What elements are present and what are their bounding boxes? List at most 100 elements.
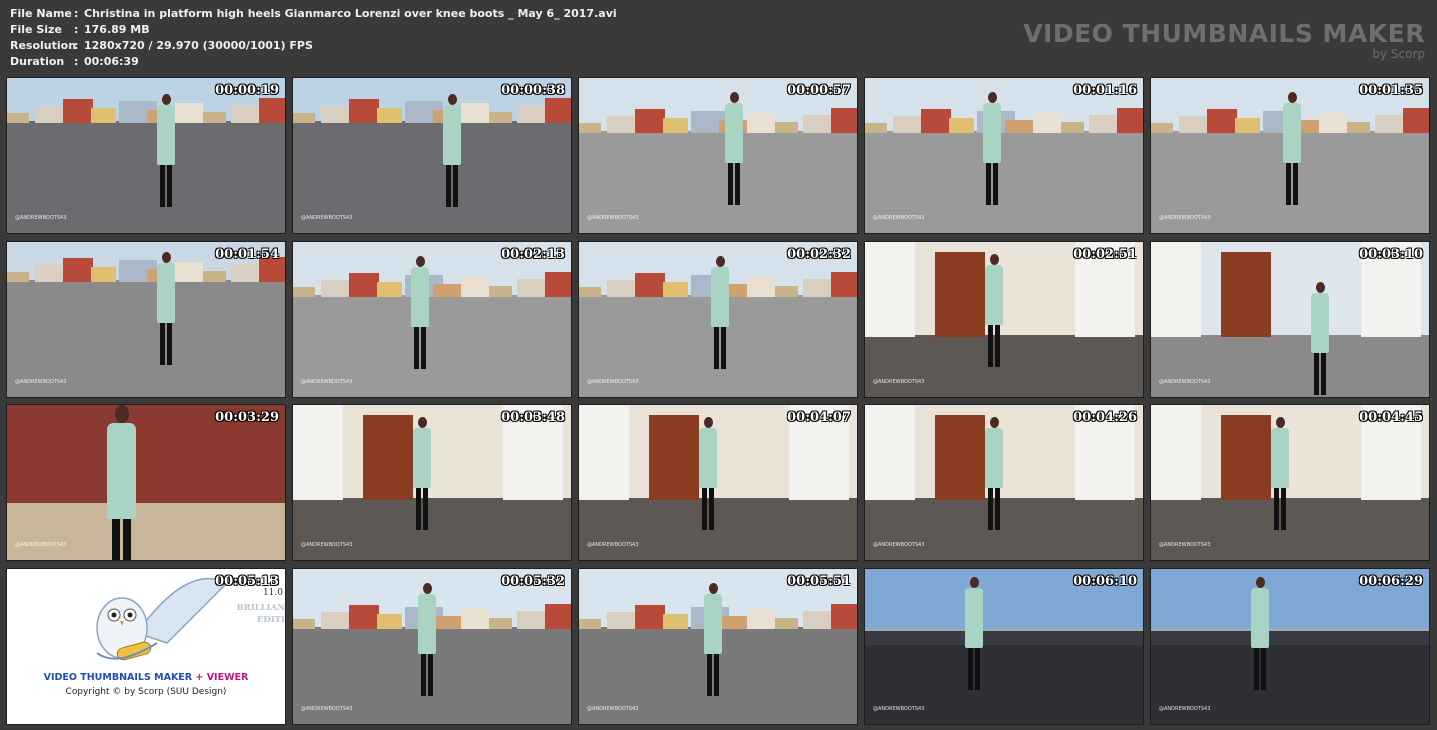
wall-pillar (865, 405, 915, 500)
separator: : (74, 23, 79, 36)
door (1221, 252, 1271, 337)
building (377, 282, 402, 297)
building (949, 118, 974, 133)
timestamp: 00:06:10 (1073, 574, 1137, 589)
person-figure (107, 405, 136, 560)
building (349, 99, 379, 123)
video-thumbnail: @ANDREWBOOTS43 00:04:45 (1150, 404, 1430, 561)
watermark-text: @ANDREWBOOTS43 (301, 706, 353, 712)
building (775, 618, 798, 629)
building (663, 614, 688, 629)
building (91, 267, 116, 282)
resolution-row: Resolution : 1280x720 / 29.970 (30000/10… (10, 38, 617, 54)
watermark-text: @ANDREWBOOTS43 (301, 542, 353, 548)
duration-label: Duration (10, 55, 65, 68)
edition-line: EDITI (256, 615, 285, 625)
building (1117, 108, 1143, 133)
building (545, 98, 571, 123)
building (63, 258, 93, 282)
door (649, 415, 699, 500)
person-figure (1271, 417, 1289, 557)
building (203, 112, 226, 123)
timestamp: 00:04:45 (1359, 410, 1423, 425)
timestamp: 00:04:07 (787, 410, 851, 425)
logo-brand-viewer: VIEWER (206, 672, 249, 683)
building (349, 273, 379, 297)
building (579, 287, 601, 297)
building (377, 614, 402, 629)
separator: : (74, 7, 79, 20)
building (489, 286, 512, 297)
watermark-text: @ANDREWBOOTS43 (873, 379, 925, 385)
building (1207, 109, 1237, 133)
separator: : (74, 39, 79, 52)
file-name-row: File Name : Christina in platform high h… (10, 6, 617, 22)
building (1061, 122, 1084, 133)
person-figure (985, 417, 1003, 557)
watermark-text: @ANDREWBOOTS43 (301, 379, 353, 385)
file-name-value: Christina in platform high heels Gianmar… (84, 7, 617, 20)
building (7, 113, 29, 123)
timestamp: 00:05:51 (787, 574, 851, 589)
person-figure (413, 417, 431, 557)
timestamp: 00:05:13 (215, 574, 279, 589)
separator: : (74, 55, 79, 68)
person-figure (711, 256, 729, 396)
video-thumbnail: @ANDREWBOOTS43 00:01:54 (6, 241, 286, 398)
wall-pillar (579, 405, 629, 500)
building (545, 272, 571, 297)
background-ground (865, 335, 1143, 397)
person-figure (157, 252, 175, 392)
watermark-text: @ANDREWBOOTS43 (873, 542, 925, 548)
building (175, 103, 203, 123)
video-thumbnail: @ANDREWBOOTS43 00:02:13 (292, 241, 572, 398)
timestamp: 00:00:57 (787, 83, 851, 98)
watermark-text: @ANDREWBOOTS43 (587, 706, 639, 712)
building (775, 122, 798, 133)
timestamp: 00:01:16 (1073, 83, 1137, 98)
person-figure (985, 254, 1003, 394)
video-thumbnail: @ANDREWBOOTS43 00:01:35 (1150, 77, 1430, 234)
building (489, 618, 512, 629)
wall-pillar (1151, 242, 1201, 337)
edition-line: BRILLIAN (236, 603, 285, 613)
building (921, 109, 951, 133)
building (1151, 123, 1173, 133)
brand-subtitle: by Scorp (1372, 47, 1425, 61)
logo-brand-name: VIDEO THUMBNAILS MAKER (43, 672, 193, 683)
building (293, 619, 315, 629)
watermark-text: @ANDREWBOOTS43 (1159, 215, 1211, 221)
video-thumbnail: @ANDREWBOOTS43 00:02:51 (864, 241, 1144, 398)
owl-mascot-icon (96, 577, 229, 661)
watermark-text: @ANDREWBOOTS43 (1159, 542, 1211, 548)
background-ground (293, 498, 571, 560)
person-figure (157, 94, 175, 233)
building (489, 112, 512, 123)
watermark-text: @ANDREWBOOTS43 (1159, 706, 1211, 712)
timestamp: 00:01:35 (1359, 83, 1423, 98)
ledge (865, 629, 1143, 645)
background-ground (865, 498, 1143, 560)
ledge (1151, 629, 1429, 645)
timestamp: 00:03:29 (215, 410, 279, 425)
building (461, 103, 489, 123)
person-figure (418, 583, 436, 723)
video-thumbnail: @ANDREWBOOTS43 00:05:32 (292, 568, 572, 725)
building (579, 123, 601, 133)
edition-label: BRILLIAN EDITI (236, 602, 285, 626)
video-thumbnail: @ANDREWBOOTS43 00:01:16 (864, 77, 1144, 234)
building (579, 619, 601, 629)
watermark-text: @ANDREWBOOTS43 (301, 215, 353, 221)
video-thumbnail: @ANDREWBOOTS43 00:00:57 (578, 77, 858, 234)
watermark-text: @ANDREWBOOTS43 (15, 379, 67, 385)
building (349, 605, 379, 629)
video-thumbnail: @ANDREWBOOTS43 00:00:38 (292, 77, 572, 234)
building (831, 108, 857, 133)
person-figure (411, 256, 429, 396)
watermark-text: @ANDREWBOOTS43 (1159, 379, 1211, 385)
video-thumbnail: 11.0 BRILLIAN EDITI VIDEO THUMBNAILS MAKER … (6, 568, 286, 725)
video-thumbnail: @ANDREWBOOTS43 00:03:10 (1150, 241, 1430, 398)
watermark-text: @ANDREWBOOTS43 (587, 215, 639, 221)
building (293, 113, 315, 123)
building (1033, 113, 1061, 133)
